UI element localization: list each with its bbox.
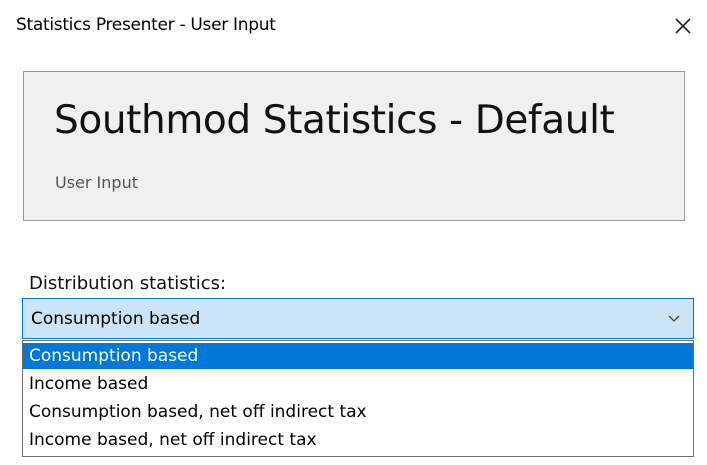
distribution-statistics-dropdown[interactable]: Consumption based bbox=[22, 298, 694, 339]
page-title: Southmod Statistics - Default bbox=[54, 98, 615, 143]
dropdown-option-label: Income based bbox=[29, 374, 149, 394]
close-button[interactable] bbox=[665, 8, 701, 44]
dropdown-option-consumption-based-net-indirect-tax[interactable]: Consumption based, net off indirect tax bbox=[23, 399, 693, 425]
dropdown-option-income-based-net-indirect-tax[interactable]: Income based, net off indirect tax bbox=[23, 427, 693, 453]
title-bar: Statistics Presenter - User Input bbox=[0, 0, 707, 52]
dropdown-option-income-based[interactable]: Income based bbox=[23, 371, 693, 397]
dropdown-selected-value: Consumption based bbox=[31, 309, 201, 329]
dialog-window: Statistics Presenter - User Input Southm… bbox=[0, 0, 707, 465]
distribution-statistics-label: Distribution statistics: bbox=[29, 273, 227, 294]
page-subtitle: User Input bbox=[55, 173, 138, 192]
dropdown-option-label: Consumption based, net off indirect tax bbox=[29, 402, 367, 422]
close-icon bbox=[675, 18, 691, 34]
dropdown-option-consumption-based[interactable]: Consumption based bbox=[23, 343, 693, 369]
chevron-down-icon bbox=[667, 313, 681, 325]
header-panel: Southmod Statistics - Default User Input bbox=[23, 71, 685, 221]
dropdown-option-label: Consumption based bbox=[29, 346, 199, 366]
dropdown-options-list: Consumption based Income based Consumpti… bbox=[22, 340, 694, 457]
dropdown-option-label: Income based, net off indirect tax bbox=[29, 430, 317, 450]
window-title: Statistics Presenter - User Input bbox=[16, 15, 276, 35]
